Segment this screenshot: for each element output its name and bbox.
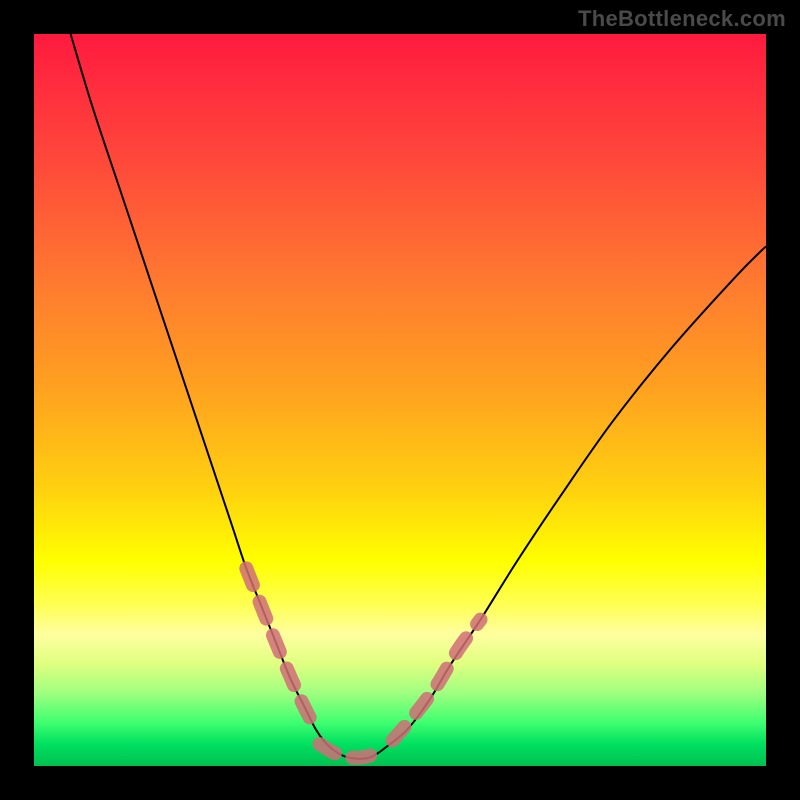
watermark-text: TheBottleneck.com bbox=[578, 6, 786, 32]
series-curve bbox=[71, 34, 766, 759]
chart-frame: TheBottleneck.com bbox=[0, 0, 800, 800]
chart-svg bbox=[34, 34, 766, 766]
series-highlight-right bbox=[393, 620, 481, 741]
series-highlight-bottom bbox=[319, 744, 378, 758]
